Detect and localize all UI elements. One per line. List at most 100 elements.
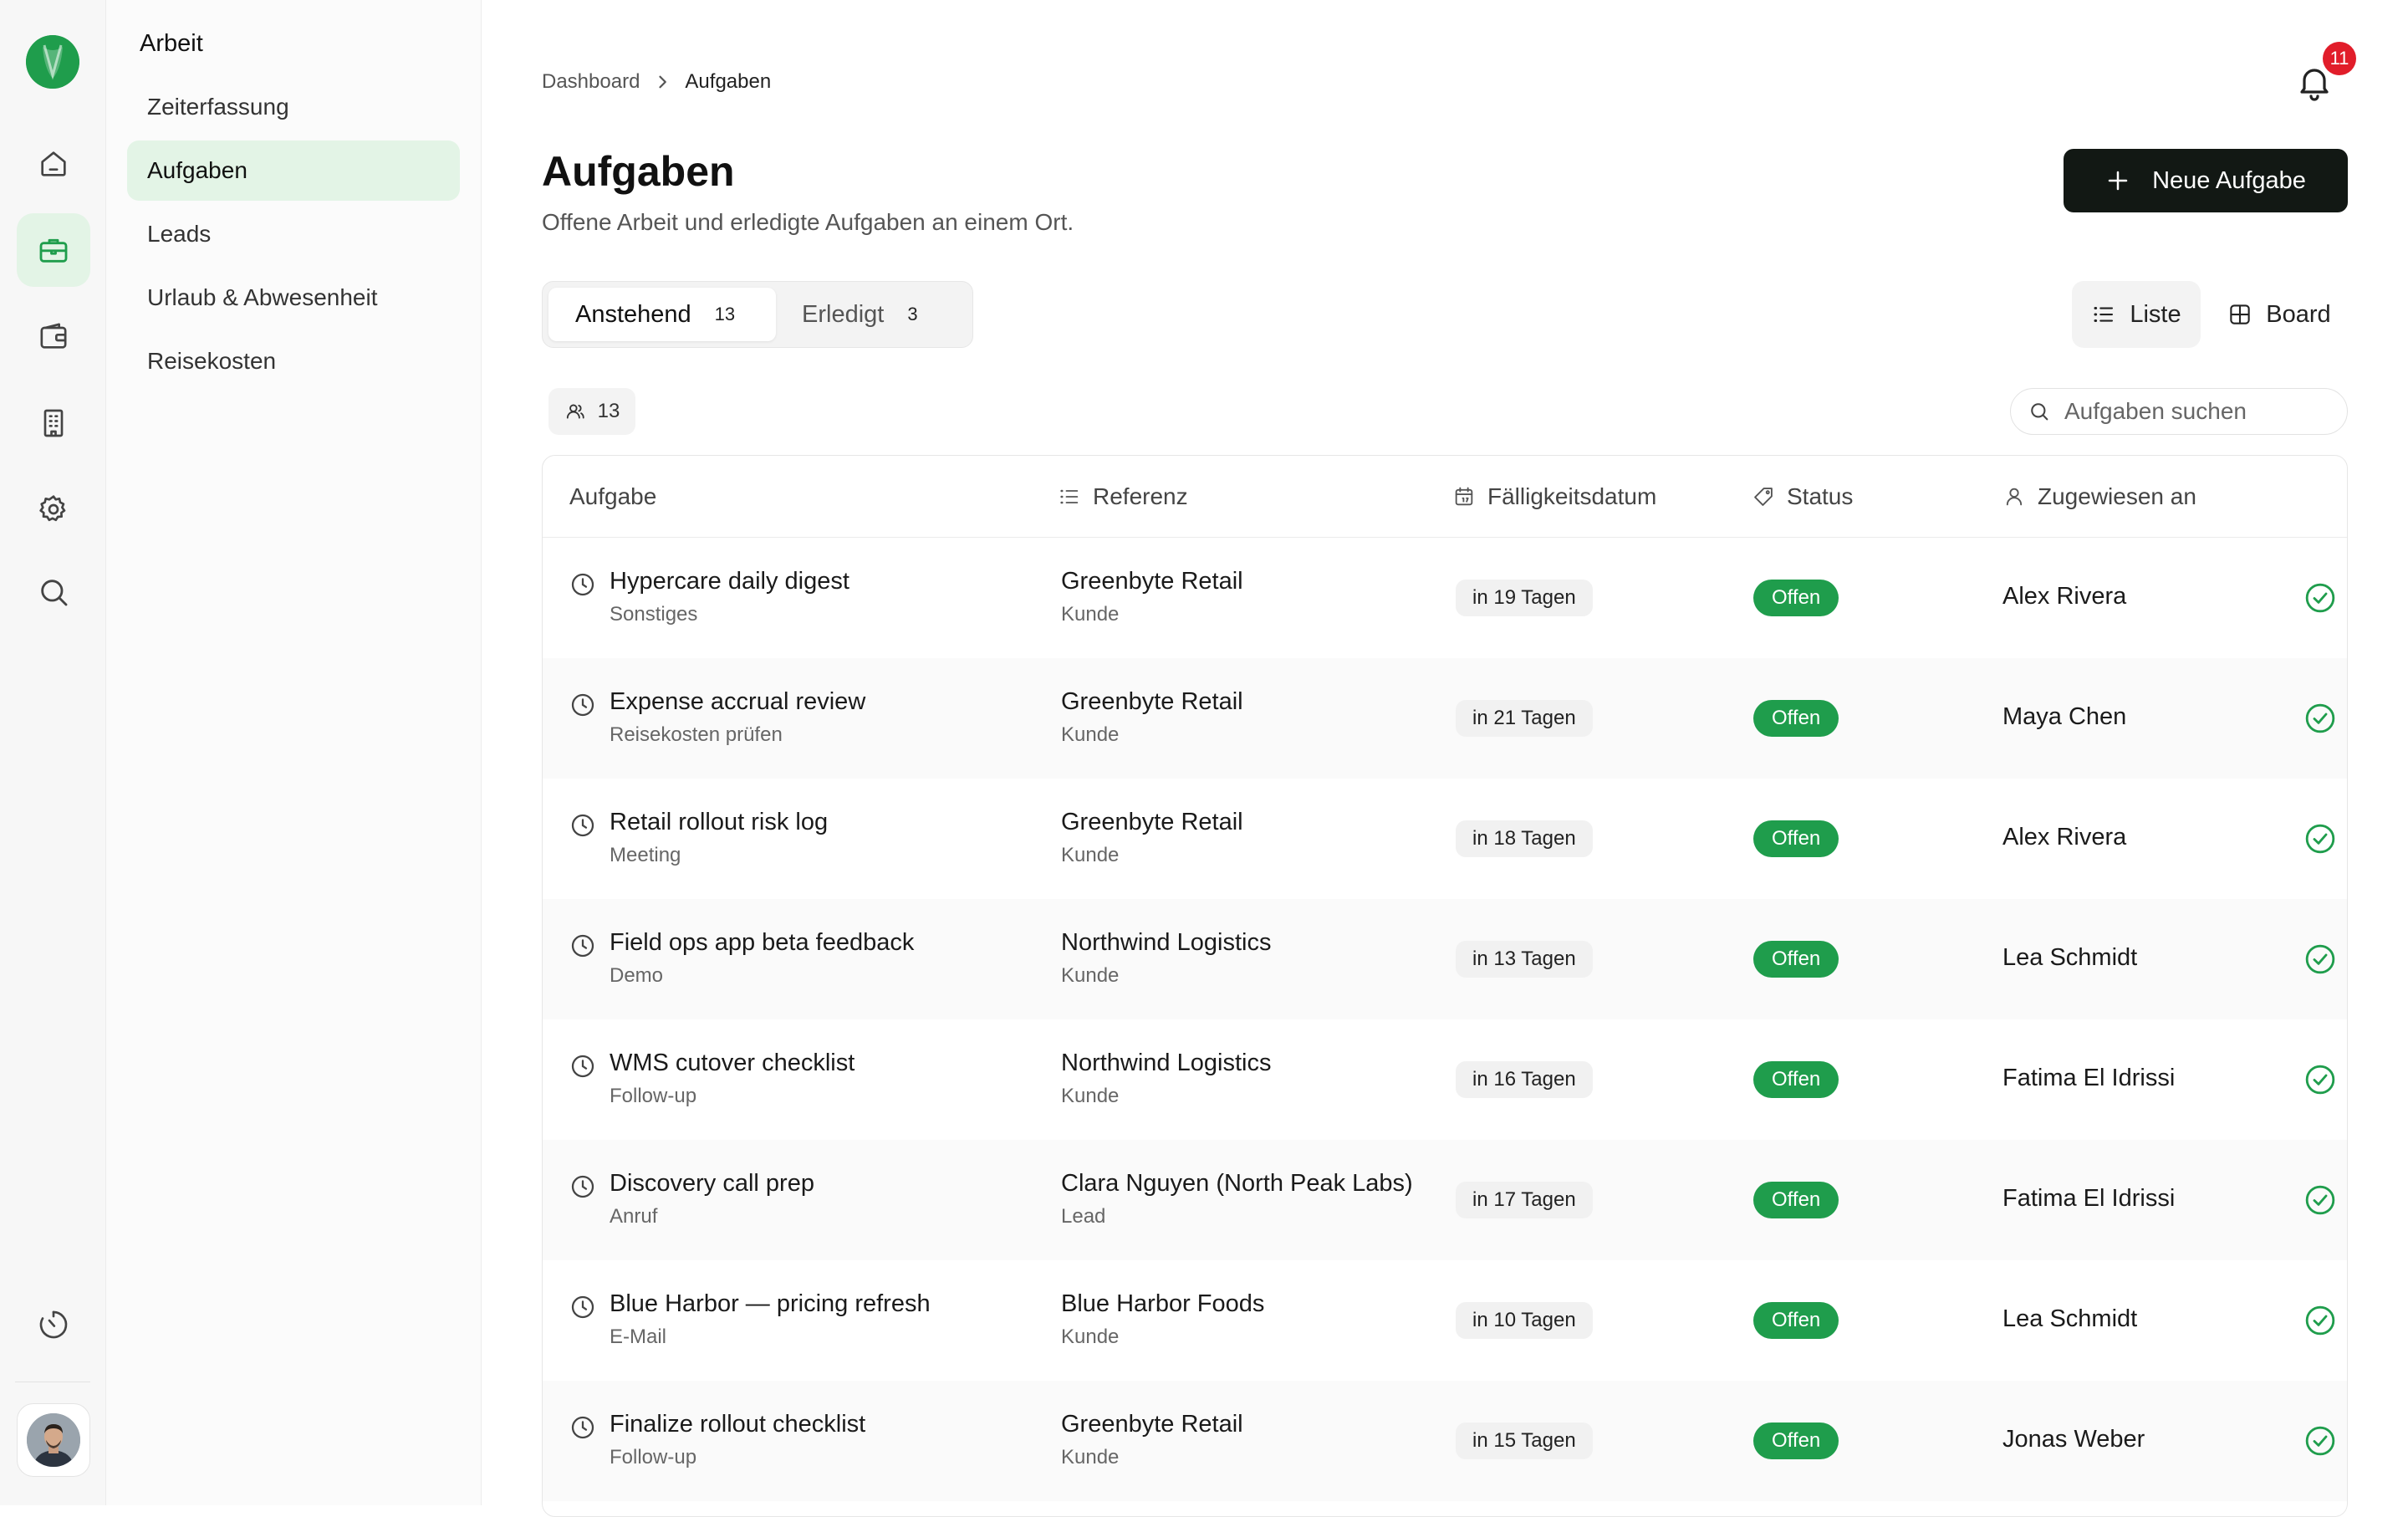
breadcrumb: Dashboard Aufgaben	[542, 70, 771, 94]
subnav-item-aufgaben[interactable]: Aufgaben	[127, 140, 460, 201]
tab-erledigt[interactable]: Erledigt 3	[777, 288, 967, 341]
subnav-item-zeiterfassung[interactable]: Zeiterfassung	[127, 77, 460, 137]
briefcase-icon	[39, 238, 68, 263]
column-header-zugewiesen[interactable]: Zugewiesen an	[2002, 456, 2196, 538]
column-header-referenz-label: Referenz	[1093, 483, 1188, 509]
column-header-faelligkeit[interactable]: Fälligkeitsdatum	[1452, 456, 1656, 538]
column-header-status[interactable]: Status	[1752, 456, 1853, 538]
status-badge[interactable]: Offen	[1753, 1061, 1839, 1098]
breadcrumb-current: Aufgaben	[685, 70, 772, 93]
column-header-referenz[interactable]: Referenz	[1058, 456, 1188, 538]
reference-type: Kunde	[1061, 964, 1120, 987]
assignee-name: Fatima El Idrissi	[2002, 1065, 2176, 1091]
list-icon	[2094, 307, 2114, 322]
table-row[interactable]: Hypercare daily digest Sonstiges Greenby…	[543, 538, 2347, 658]
new-task-button[interactable]: Neue Aufgabe	[2064, 149, 2348, 212]
task-title[interactable]: Hypercare daily digest	[610, 568, 849, 595]
rail-settings-button[interactable]	[17, 472, 90, 546]
task-type: Follow-up	[610, 1085, 697, 1107]
reference-name[interactable]: Greenbyte Retail	[1061, 568, 1243, 595]
check-circle-icon[interactable]	[2303, 702, 2337, 735]
table-row[interactable]: Finalize rollout checklist Follow-up Gre…	[543, 1381, 2347, 1501]
task-title[interactable]: Blue Harbor — pricing refresh	[610, 1290, 931, 1318]
due-date-pill: in 17 Tagen	[1456, 1182, 1593, 1218]
subnav-item-urlaub[interactable]: Urlaub & Abwesenheit	[127, 268, 460, 328]
task-title[interactable]: Expense accrual review	[610, 688, 865, 716]
assignee-filter-chip[interactable]: 13	[548, 388, 635, 435]
status-badge[interactable]: Offen	[1753, 1423, 1839, 1459]
reference-name[interactable]: Blue Harbor Foods	[1061, 1290, 1264, 1318]
app-logo-icon[interactable]	[26, 35, 79, 89]
users-icon	[566, 404, 584, 419]
column-header-aufgabe-label: Aufgabe	[569, 483, 657, 509]
status-badge[interactable]: Offen	[1753, 700, 1839, 737]
task-title[interactable]: Field ops app beta feedback	[610, 929, 914, 957]
rail-company-button[interactable]	[17, 386, 90, 460]
clock-icon	[571, 573, 594, 596]
status-badge[interactable]: Offen	[1753, 820, 1839, 857]
task-title[interactable]: WMS cutover checklist	[610, 1050, 855, 1077]
plus-icon	[2108, 171, 2128, 191]
building-icon	[43, 409, 64, 437]
reference-name[interactable]: Northwind Logistics	[1061, 1050, 1271, 1077]
table-row[interactable]: Retail rollout risk log Meeting Greenbyt…	[543, 779, 2347, 899]
status-badge[interactable]: Offen	[1753, 1302, 1839, 1339]
task-title[interactable]: Finalize rollout checklist	[610, 1411, 865, 1438]
assignee-name: Alex Rivera	[2002, 583, 2127, 610]
view-board-button[interactable]: Board	[2211, 281, 2348, 348]
due-date-pill: in 19 Tagen	[1456, 580, 1593, 616]
check-circle-icon[interactable]	[2303, 942, 2337, 976]
tasks-table: Aufgabe Referenz Fälligkeitsdatum Status…	[542, 455, 2348, 1517]
reference-name[interactable]: Greenbyte Retail	[1061, 1411, 1243, 1438]
reference-name[interactable]: Northwind Logistics	[1061, 929, 1271, 957]
rail-finance-button[interactable]	[17, 299, 90, 373]
task-type: Meeting	[610, 844, 681, 866]
table-row[interactable]: Discovery call prep Anruf Clara Nguyen (…	[543, 1140, 2347, 1260]
check-circle-icon[interactable]	[2303, 1424, 2337, 1458]
clock-icon	[571, 1055, 594, 1078]
column-header-aufgabe[interactable]: Aufgabe	[569, 456, 656, 538]
check-circle-icon[interactable]	[2303, 1304, 2337, 1337]
task-title[interactable]: Retail rollout risk log	[610, 809, 828, 836]
check-circle-icon[interactable]	[2303, 1063, 2337, 1096]
search-input[interactable]	[2064, 398, 2332, 425]
check-circle-icon[interactable]	[2303, 822, 2337, 856]
column-header-zugewiesen-label: Zugewiesen an	[2038, 483, 2196, 509]
reference-name[interactable]: Greenbyte Retail	[1061, 809, 1243, 836]
breadcrumb-dashboard-link[interactable]: Dashboard	[542, 70, 640, 94]
table-row[interactable]: Expense accrual review Reisekosten prüfe…	[543, 658, 2347, 779]
clock-icon	[571, 1175, 594, 1198]
reference-name[interactable]: Greenbyte Retail	[1061, 688, 1243, 716]
rail-timer-button[interactable]	[17, 1288, 90, 1361]
icon-rail	[0, 0, 106, 1505]
table-row[interactable]: Blue Harbor — pricing refresh E-Mail Blu…	[543, 1260, 2347, 1381]
rail-search-button[interactable]	[17, 555, 90, 629]
subnav-item-reisekosten[interactable]: Reisekosten	[127, 331, 460, 391]
status-badge[interactable]: Offen	[1753, 941, 1839, 978]
page-title: Aufgaben	[542, 148, 735, 195]
task-title[interactable]: Discovery call prep	[610, 1170, 814, 1198]
status-badge[interactable]: Offen	[1753, 1182, 1839, 1218]
reference-type: Kunde	[1061, 603, 1120, 626]
tab-anstehend[interactable]: Anstehend 13	[548, 288, 776, 341]
due-date-pill: in 13 Tagen	[1456, 941, 1593, 978]
status-badge[interactable]: Offen	[1753, 580, 1839, 616]
check-circle-icon[interactable]	[2303, 1183, 2337, 1217]
view-list-button[interactable]: Liste	[2072, 281, 2201, 348]
reference-name[interactable]: Clara Nguyen (North Peak Labs)	[1061, 1170, 1413, 1198]
rail-work-button[interactable]	[17, 213, 90, 287]
table-row[interactable]: Field ops app beta feedback Demo Northwi…	[543, 899, 2347, 1019]
assignee-filter-count: 13	[597, 400, 620, 422]
clock-icon	[571, 693, 594, 717]
sub-navigation: Arbeit Zeiterfassung Aufgaben Leads Urla…	[106, 0, 482, 1505]
user-avatar-button[interactable]	[17, 1403, 90, 1477]
reference-type: Kunde	[1061, 1085, 1120, 1107]
tag-icon	[1754, 488, 1773, 506]
table-row[interactable]: WMS cutover checklist Follow-up Northwin…	[543, 1019, 2347, 1140]
check-circle-icon[interactable]	[2303, 581, 2337, 615]
subnav-item-leads[interactable]: Leads	[127, 204, 460, 264]
task-type: Reisekosten prüfen	[610, 723, 783, 746]
rail-home-button[interactable]	[17, 127, 90, 201]
notification-badge: 11	[2323, 42, 2356, 75]
clock-icon	[571, 934, 594, 958]
